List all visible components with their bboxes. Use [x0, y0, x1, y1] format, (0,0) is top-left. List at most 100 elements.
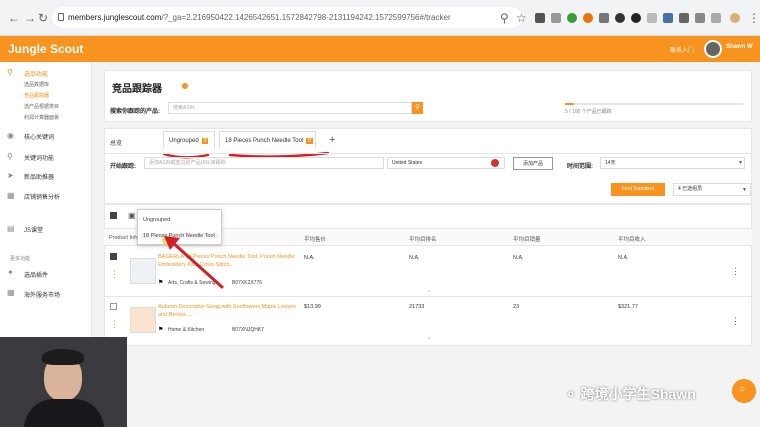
select-all-checkbox[interactable]	[110, 212, 117, 219]
browser-toolbar: ← → ↻ members.junglescout.com/?_ga=2.216…	[0, 0, 760, 36]
page-title: 竞品跟踪器	[112, 84, 162, 95]
extension-icon[interactable]	[695, 13, 705, 23]
app-header	[0, 36, 760, 62]
user-name[interactable]: Shawn W	[726, 44, 753, 50]
back-icon[interactable]: ←	[8, 11, 20, 25]
dropdown-item-ungrouped[interactable]: Ungrouped	[143, 217, 170, 223]
wechat-icon: ⚬	[565, 386, 581, 402]
extension-icon[interactable]	[535, 13, 545, 23]
extension-icon[interactable]	[647, 13, 657, 23]
key-icon: ◉	[7, 131, 14, 140]
extension-icon[interactable]	[615, 13, 625, 23]
header-link[interactable]: 联系入门	[670, 45, 694, 54]
lock-icon	[58, 13, 64, 21]
sidebar-sub-profit[interactable]: 利润计算器面板	[24, 114, 59, 121]
row-menu-icon[interactable]: ⋮	[731, 267, 740, 276]
extension-icon[interactable]	[631, 13, 641, 23]
extension-icon[interactable]	[663, 13, 673, 23]
sidebar-item-plugin[interactable]: 选品插件	[24, 270, 48, 279]
product-image[interactable]	[130, 258, 156, 284]
tab-label: 18 Pieces Punch Needle Tool	[225, 138, 304, 144]
sidebar-item-sales[interactable]: 店铺销售分析	[24, 192, 60, 201]
avatar[interactable]	[704, 40, 722, 58]
sidebar-sub-database[interactable]: 选品数据库	[24, 81, 49, 88]
search-button[interactable]: ⚲	[412, 102, 423, 114]
chat-icon: ○	[739, 384, 746, 395]
start-tracking-label: 开始跟踪:	[110, 164, 136, 170]
avg-price: N.A.	[304, 255, 315, 261]
column-avg-sales[interactable]: 平均目销量	[513, 235, 541, 243]
sidebar-more-heading: 更多功能	[10, 256, 31, 262]
sidebar-sub-category[interactable]: 选产品根据类目	[24, 103, 59, 110]
asin-input[interactable]: 添加ASIN或亚马逊产品URL来跟踪	[144, 157, 384, 169]
row-checkbox[interactable]	[110, 253, 117, 260]
column-avg-price[interactable]: 平均售价	[304, 235, 326, 243]
search-icon[interactable]: ⚲	[500, 11, 509, 25]
avg-revenue: N.A.	[618, 255, 629, 261]
chevron-down-icon: ▼	[738, 160, 743, 166]
tab-overview[interactable]: 总览	[110, 138, 122, 147]
extension-icon[interactable]	[567, 13, 577, 23]
forward-icon[interactable]: →	[24, 11, 36, 25]
add-product-button[interactable]: 添加产品	[513, 157, 553, 170]
help-chat-button[interactable]: ○	[732, 379, 756, 403]
product-image[interactable]	[130, 307, 156, 333]
sidebar-item-core-keyword[interactable]: 核心关键词	[24, 132, 54, 141]
search-input[interactable]: 搜索ASIN	[168, 102, 412, 114]
marketplace-select[interactable]: United States	[387, 157, 505, 169]
column-avg-rank[interactable]: 平均目排名	[409, 235, 437, 243]
info-icon[interactable]	[182, 83, 188, 89]
time-range-label: 时间范围:	[567, 164, 593, 170]
group-select[interactable]: 4 已选组员	[673, 183, 751, 196]
search-icon: ⚲	[414, 104, 421, 111]
column-avg-revenue[interactable]: 平均目收入	[618, 235, 646, 243]
keyword-icon: ⚲	[7, 152, 13, 161]
drag-handle-icon[interactable]: ⋮	[110, 320, 119, 329]
extension-icon[interactable]	[711, 13, 721, 23]
extension-icon[interactable]	[551, 13, 561, 23]
count-badge: 2	[201, 138, 209, 144]
sidebar-item-launch[interactable]: 新品助推器	[24, 172, 54, 181]
row-menu-icon[interactable]: ⋮	[731, 317, 740, 326]
watermark: ⚬ 跨境小学生Shawn	[565, 384, 696, 404]
webcam-overlay	[0, 337, 127, 427]
sidebar-sub-tracker[interactable]: 竞品跟踪器	[24, 92, 49, 99]
progress-text: 5 / 100 个产品已跟踪	[565, 109, 612, 115]
expand-chevron-icon[interactable]: ⌄	[426, 333, 432, 341]
expand-chevron-icon[interactable]: ⌄	[426, 286, 432, 294]
extension-icon[interactable]	[583, 13, 593, 23]
extension-icon[interactable]	[679, 13, 689, 23]
product-asin: B07XK2X776	[232, 280, 263, 286]
column-product-info[interactable]: Product Info	[109, 235, 139, 241]
tab-label: Ungrouped	[169, 138, 199, 144]
chart-icon: ▦	[7, 191, 15, 200]
row-checkbox[interactable]	[110, 303, 117, 310]
profile-icon[interactable]	[730, 13, 740, 23]
find-suppliers-button[interactable]: Find Suppliers	[611, 183, 665, 196]
extension-icon[interactable]	[599, 13, 609, 23]
star-icon[interactable]: ☆	[516, 11, 527, 25]
progress-fill	[565, 103, 574, 105]
address-bar[interactable]: members.junglescout.com/?_ga=2.216950422…	[52, 7, 522, 28]
sidebar-item-product[interactable]: 选品功能	[24, 69, 48, 78]
reload-icon[interactable]: ↻	[38, 11, 48, 25]
avg-sales: 23	[513, 304, 520, 310]
divider	[104, 296, 752, 297]
us-flag-icon	[491, 159, 499, 167]
avg-rank: N.A.	[409, 255, 420, 261]
product-title[interactable]: Autumn Decorative Swag with Sunflowers,M…	[158, 303, 298, 319]
add-tab-button[interactable]: +	[329, 134, 335, 146]
sidebar-item-class[interactable]: JS课堂	[24, 225, 43, 234]
logo[interactable]: Jungle Scout	[8, 42, 83, 56]
sidebar-item-market[interactable]: 海外服务市场	[24, 290, 60, 299]
search-icon: ⚲	[7, 68, 13, 77]
drag-handle-icon[interactable]: ⋮	[110, 270, 119, 279]
menu-icon[interactable]: ⋮	[748, 11, 760, 25]
time-range-select[interactable]: 14天	[600, 157, 745, 169]
plugin-icon: ✦	[7, 268, 14, 277]
tab-punch-needle-label: 18 Pieces Punch Needle Tool 0	[225, 138, 314, 144]
move-group-icon[interactable]: ▣	[128, 211, 136, 220]
product-asin: B07XNJQHK7	[232, 327, 264, 333]
url-path: /?_ga=2.216950422.1426542651.1572842798-…	[161, 13, 451, 22]
sidebar-item-keyword[interactable]: 关键词功能	[24, 153, 54, 162]
